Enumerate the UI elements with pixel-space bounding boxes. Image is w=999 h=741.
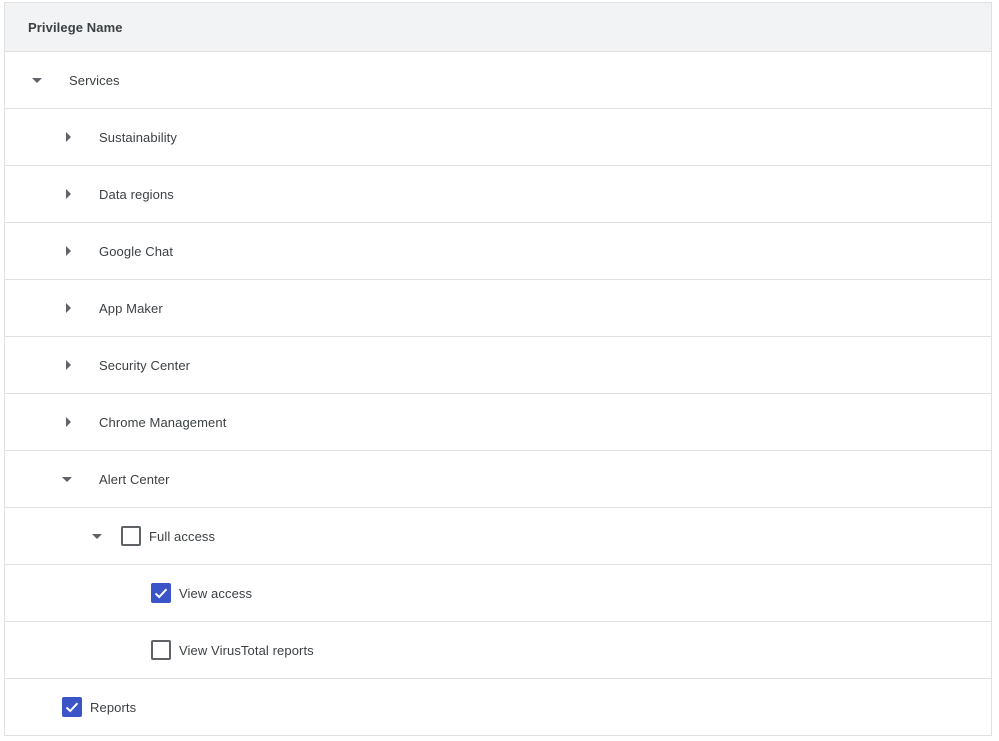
chevron-down-icon[interactable] <box>92 531 102 541</box>
check-icon <box>154 588 168 599</box>
table-row-app-maker: App Maker <box>5 280 991 337</box>
row-label: Google Chat <box>99 243 174 259</box>
row-label: Security Center <box>99 357 191 373</box>
view-access-checkbox[interactable] <box>151 583 171 603</box>
row-label: Data regions <box>99 186 174 202</box>
check-icon <box>65 702 79 713</box>
row-label: View VirusTotal reports <box>179 642 314 658</box>
row-label: App Maker <box>99 300 163 316</box>
row-label: Reports <box>90 699 137 715</box>
row-label: Chrome Management <box>99 414 227 430</box>
chevron-down-icon[interactable] <box>62 474 72 484</box>
table-row-reports: Reports <box>5 679 991 736</box>
table-row-services: Services <box>5 52 991 109</box>
row-label: Services <box>69 72 120 88</box>
chevron-right-icon[interactable] <box>63 417 73 427</box>
table-row-alert-center: Alert Center <box>5 451 991 508</box>
chevron-right-icon[interactable] <box>63 360 73 370</box>
table-row-view-virustotal-reports: View VirusTotal reports <box>5 622 991 679</box>
table-row-security-center: Security Center <box>5 337 991 394</box>
table-row-chrome-management: Chrome Management <box>5 394 991 451</box>
table-row-google-chat: Google Chat <box>5 223 991 280</box>
chevron-right-icon[interactable] <box>63 132 73 142</box>
chevron-right-icon[interactable] <box>63 303 73 313</box>
privilege-table: Privilege Name Services Sustainability D… <box>4 2 992 736</box>
column-header-privilege-name: Privilege Name <box>28 19 123 35</box>
row-label: Alert Center <box>99 471 170 487</box>
row-label: View access <box>179 585 253 601</box>
table-header: Privilege Name <box>5 3 991 52</box>
chevron-right-icon[interactable] <box>63 189 73 199</box>
table-row-data-regions: Data regions <box>5 166 991 223</box>
chevron-right-icon[interactable] <box>63 246 73 256</box>
table-row-full-access: Full access <box>5 508 991 565</box>
full-access-checkbox[interactable] <box>121 526 141 546</box>
view-virustotal-reports-checkbox[interactable] <box>151 640 171 660</box>
reports-checkbox[interactable] <box>62 697 82 717</box>
chevron-down-icon[interactable] <box>32 75 42 85</box>
row-label: Sustainability <box>99 129 177 145</box>
table-row-view-access: View access <box>5 565 991 622</box>
table-row-sustainability: Sustainability <box>5 109 991 166</box>
row-label: Full access <box>149 528 216 544</box>
